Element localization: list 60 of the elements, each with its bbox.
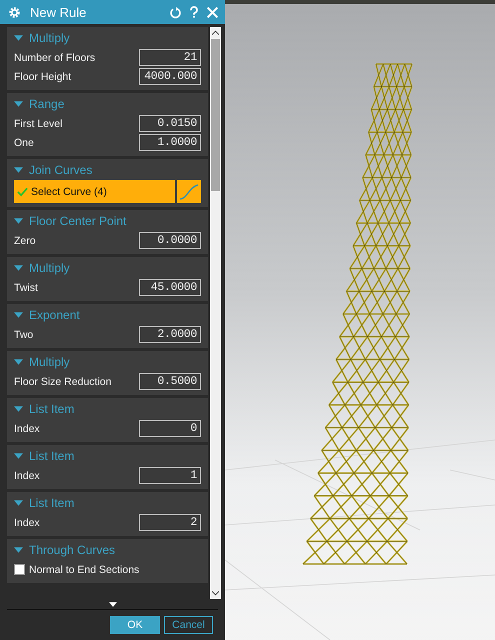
scrollbar[interactable]	[210, 27, 221, 599]
caret-icon	[14, 500, 23, 506]
caret-icon	[14, 167, 23, 173]
close-icon[interactable]	[206, 6, 219, 18]
cancel-button[interactable]: Cancel	[164, 616, 213, 634]
caret-icon	[14, 359, 23, 365]
field-label: One	[14, 136, 34, 148]
number-field[interactable]: 21	[139, 49, 201, 66]
section-header[interactable]: Multiply	[14, 28, 201, 48]
field-label: Floor Size Reduction	[14, 376, 112, 388]
number-field[interactable]: 1.0000	[139, 134, 201, 151]
field-label: Twist	[14, 282, 38, 294]
section-header[interactable]: List Item	[14, 446, 201, 466]
caret-icon	[14, 406, 23, 412]
number-field[interactable]: 2.0000	[139, 326, 201, 343]
section-header[interactable]: Multiply	[14, 352, 201, 372]
section-header[interactable]: Through Curves	[14, 540, 201, 560]
caret-icon	[14, 265, 23, 271]
section-header[interactable]: Exponent	[14, 305, 201, 325]
caret-icon	[14, 312, 23, 318]
caret-icon	[14, 218, 23, 224]
ok-button[interactable]: OK	[110, 616, 160, 634]
caret-icon	[14, 547, 23, 553]
window-title: New Rule	[30, 4, 88, 20]
scrollbar-thumb[interactable]	[211, 39, 220, 191]
section-header[interactable]: Multiply	[14, 258, 201, 278]
expand-down-icon[interactable]	[108, 602, 116, 606]
select-curve-button[interactable]: Select Curve (4)	[14, 180, 175, 203]
section-header[interactable]: Floor Center Point	[14, 211, 201, 231]
field-label: Index	[14, 470, 40, 482]
number-field[interactable]: 0	[139, 420, 201, 437]
checkbox[interactable]	[14, 564, 25, 575]
field-label: First Level	[14, 118, 62, 130]
field-label: Index	[14, 422, 40, 434]
check-icon	[17, 186, 28, 196]
section-header[interactable]: Join Curves	[14, 160, 201, 180]
number-field[interactable]: 0.0150	[139, 115, 201, 132]
caret-icon	[14, 101, 23, 107]
section-header[interactable]: Range	[14, 94, 201, 114]
reset-icon[interactable]	[169, 6, 182, 18]
field-label: Two	[14, 328, 34, 340]
number-field[interactable]: 0.5000	[139, 373, 201, 390]
number-field[interactable]: 4000.000	[139, 68, 201, 85]
help-icon[interactable]	[188, 6, 200, 18]
curve-icon	[179, 184, 199, 200]
gear-icon	[8, 6, 21, 18]
field-label: Floor Height	[14, 70, 72, 82]
caret-icon	[14, 35, 23, 41]
number-field[interactable]: 2	[139, 514, 201, 531]
number-field[interactable]: 1	[139, 467, 201, 484]
number-field[interactable]: 0.0000	[139, 232, 201, 249]
section-header[interactable]: List Item	[14, 493, 201, 513]
field-label: Index	[14, 516, 40, 528]
field-label: Zero	[14, 234, 36, 246]
checkbox-label: Normal to End Sections	[29, 564, 140, 576]
curve-button[interactable]	[177, 180, 201, 203]
section-header[interactable]: List Item	[14, 399, 201, 419]
number-field[interactable]: 45.0000	[139, 279, 201, 296]
field-label: Number of Floors	[14, 52, 96, 64]
caret-icon	[14, 453, 23, 459]
